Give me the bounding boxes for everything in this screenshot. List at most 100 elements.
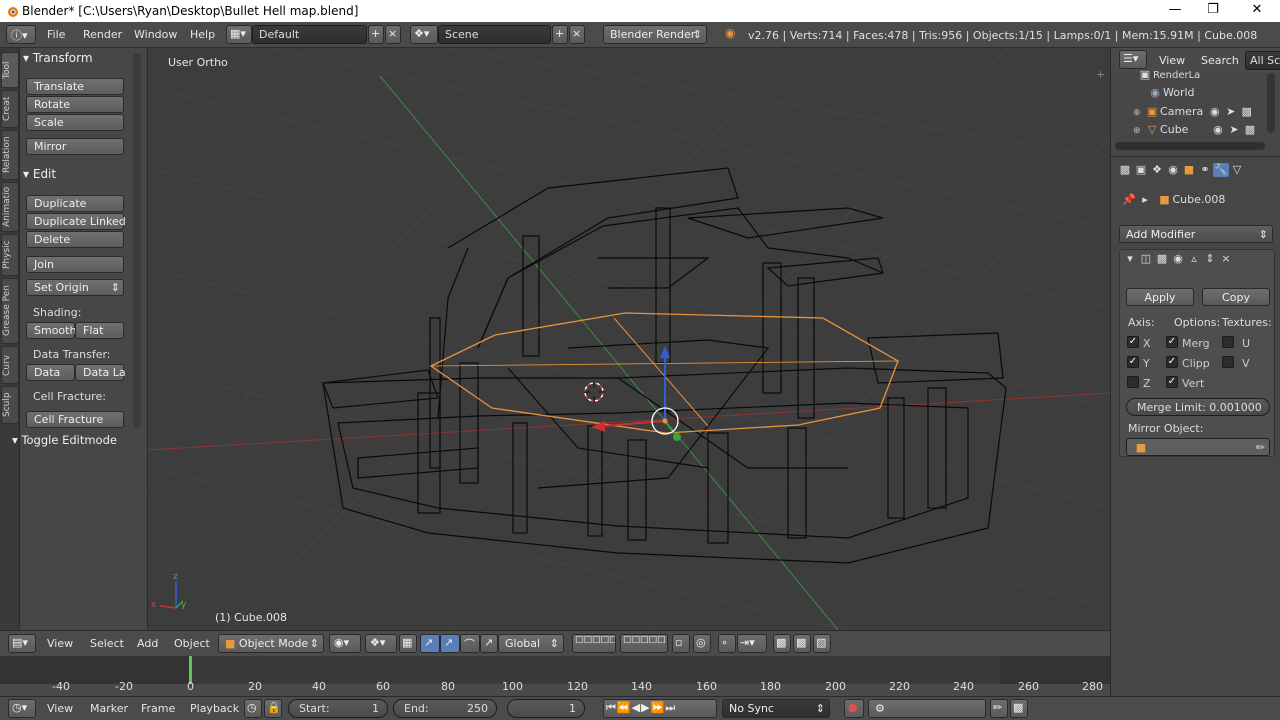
tab-animation[interactable]: Animatio — [1, 182, 19, 232]
axis-z-checkbox[interactable] — [1127, 376, 1139, 388]
3d-viewport[interactable]: User Ortho (1) Cube.008 z x y + — [148, 48, 1110, 630]
edit-panel-header[interactable]: ▾ Edit — [23, 167, 56, 181]
render-render-icon[interactable]: ▩ — [793, 634, 811, 653]
modifiers-wrench-icon[interactable]: 🔧 — [1213, 163, 1229, 177]
sync-mode-select[interactable]: No Sync ⇕ — [722, 699, 830, 718]
mirror-object-field[interactable]: ■ ✏ — [1126, 438, 1270, 456]
outliner-horizontal-scrollbar[interactable] — [1115, 142, 1265, 150]
scale-button[interactable]: Scale — [26, 114, 124, 131]
scene-layers-grid-1[interactable]: □□□□□ — [572, 634, 616, 653]
axis-y-checkbox[interactable]: ✓ — [1127, 356, 1139, 368]
playback-controls[interactable]: ⏮⏪◀▶⏩⏭ — [603, 699, 717, 718]
minimize-icon[interactable]: — — [1160, 2, 1190, 17]
remove-screen-icon[interactable]: × — [385, 25, 401, 44]
screen-layout-field[interactable]: Default — [252, 25, 367, 44]
menu-file[interactable]: File — [47, 28, 65, 41]
opengl-render-image-icon[interactable]: ▩ — [773, 634, 791, 653]
outliner-vertical-scrollbar[interactable] — [1267, 73, 1275, 133]
toggle-editmode-panel-header[interactable]: ▾ Toggle Editmode — [12, 433, 117, 447]
start-frame-field[interactable]: Start: 1 — [288, 699, 388, 718]
outliner-menu-search[interactable]: Search — [1201, 54, 1239, 67]
viewport-menu-view[interactable]: View — [47, 637, 73, 650]
scale-manipulator-icon[interactable]: ↗ — [480, 634, 498, 653]
data-tab-icon[interactable]: ▽ — [1229, 163, 1245, 177]
delete-button[interactable]: Delete — [26, 231, 124, 248]
tab-tool[interactable]: Tool — [1, 52, 19, 88]
mirror-button[interactable]: Mirror — [26, 138, 124, 155]
timeline-menu-view[interactable]: View — [47, 702, 73, 715]
world-tab-icon[interactable]: ◉ — [1165, 163, 1181, 177]
rotate-button[interactable]: Rotate — [26, 96, 124, 113]
translate-manipulator-icon[interactable]: ↗ — [420, 634, 440, 653]
preview-range-icon[interactable]: ◷ — [244, 699, 262, 718]
auto-keying-record-icon[interactable]: ● — [844, 699, 864, 718]
menu-help[interactable]: Help — [190, 28, 215, 41]
editor-type-timeline-button[interactable]: ◷▾ — [8, 699, 36, 718]
data-transfer-button[interactable]: Data — [26, 364, 75, 381]
menu-render[interactable]: Render — [83, 28, 122, 41]
remove-scene-icon[interactable]: × — [569, 25, 585, 44]
timeline[interactable]: -40 -20 0 20 40 60 80 100 120 140 160 18… — [0, 656, 1110, 696]
snap-element-select[interactable]: ⇥▾ — [737, 634, 767, 653]
merge-limit-field[interactable]: Merge Limit: 0.001000 — [1126, 398, 1270, 416]
remove-modifier-icon[interactable]: × — [1218, 252, 1234, 266]
collapse-arrow-icon[interactable]: ▾ — [1122, 252, 1138, 266]
insert-keyframe-icon[interactable]: ✏ — [990, 699, 1008, 718]
texture-v-checkbox[interactable] — [1222, 356, 1234, 368]
lock-time-icon[interactable]: 🔒 — [264, 699, 282, 718]
current-frame-field[interactable]: 1 — [507, 699, 585, 718]
merge-checkbox[interactable]: ✓ — [1166, 336, 1178, 348]
viewport-menu-select[interactable]: Select — [90, 637, 124, 650]
data-layers-button[interactable]: Data La — [75, 364, 126, 381]
outliner-menu-view[interactable]: View — [1159, 54, 1185, 67]
scene-field[interactable]: Scene — [438, 25, 551, 44]
outliner-item[interactable]: ⊕ ▣ Camera ◉ ➤ ▩ — [1133, 105, 1255, 123]
outliner-display-mode[interactable]: All Sc — [1245, 51, 1280, 70]
editor-type-3d-view-button[interactable]: ▤▾ — [8, 634, 36, 653]
editor-type-outliner-button[interactable]: ☰▾ — [1119, 50, 1147, 69]
viewport-shading-select[interactable]: ◉▾ — [329, 634, 361, 653]
transform-orientation-select[interactable]: Global ⇕ — [498, 634, 564, 653]
scene-browse-button[interactable]: ❖▾ — [410, 25, 438, 44]
scene-layers-grid-2[interactable]: □□□□□ — [620, 634, 668, 653]
snap-toggle-icon[interactable]: ∘ — [718, 634, 736, 653]
add-scene-icon[interactable]: + — [552, 25, 568, 44]
show-in-render-icon[interactable]: ▩ — [1154, 252, 1170, 266]
timeline-menu-playback[interactable]: Playback — [190, 702, 239, 715]
close-icon[interactable]: ✕ — [1242, 2, 1272, 17]
scene-tab-icon[interactable]: ❖ — [1149, 163, 1165, 177]
manipulator-toggle-icon[interactable]: ▦ — [399, 634, 417, 653]
viewport-menu-add[interactable]: Add — [137, 637, 158, 650]
outliner-item[interactable]: ▣ RenderLa — [1137, 68, 1201, 86]
viewport-menu-object[interactable]: Object — [174, 637, 210, 650]
show-in-viewport-icon[interactable]: ◉ — [1170, 252, 1186, 266]
region-toggle-icon[interactable]: + — [1096, 68, 1105, 81]
add-modifier-menu[interactable]: Add Modifier ⇕ — [1119, 225, 1273, 243]
flat-button[interactable]: Flat — [75, 322, 124, 339]
smooth-button[interactable]: Smooth — [26, 322, 76, 339]
texture-u-checkbox[interactable] — [1222, 336, 1234, 348]
outliner-item[interactable]: ◉ World — [1147, 86, 1194, 104]
cell-fracture-button[interactable]: Cell Fracture — [26, 411, 124, 428]
tool-shelf-scrollbar[interactable] — [133, 53, 141, 428]
vertex-groups-checkbox[interactable]: ✓ — [1166, 376, 1178, 388]
outliner-item[interactable]: ⊕ ▽ Cube ◉ ➤ ▩ — [1133, 123, 1258, 141]
keying-set-field[interactable]: ⚙ — [868, 699, 986, 718]
delete-keyframe-icon[interactable]: ▩ — [1010, 699, 1028, 718]
tab-physics[interactable]: Physic — [1, 234, 19, 276]
timeline-ruler[interactable]: -40 -20 0 20 40 60 80 100 120 140 160 18… — [0, 680, 1110, 696]
transform-panel-header[interactable]: ▾ Transform — [23, 51, 93, 65]
lock-layers-icon[interactable]: ▫ — [672, 634, 690, 653]
arc-manipulator-icon[interactable]: ⌒ — [460, 634, 480, 653]
move-up-down-icon[interactable]: ⇕ — [1202, 252, 1218, 266]
add-screen-icon[interactable]: + — [368, 25, 384, 44]
tab-grease-pencil[interactable]: Grease Pen — [1, 278, 19, 344]
timeline-menu-frame[interactable]: Frame — [141, 702, 175, 715]
render-engine-select[interactable]: Blender Render ⇕ — [603, 25, 707, 44]
object-tab-icon[interactable]: ■ — [1181, 163, 1197, 177]
timeline-menu-marker[interactable]: Marker — [90, 702, 128, 715]
screen-layout-browse-button[interactable]: ▦▾ — [226, 25, 252, 44]
translate-button[interactable]: Translate — [26, 78, 124, 95]
tab-curve[interactable]: Curv — [1, 346, 19, 384]
interaction-mode-select[interactable]: ■ Object Mode ⇕ — [218, 634, 324, 653]
